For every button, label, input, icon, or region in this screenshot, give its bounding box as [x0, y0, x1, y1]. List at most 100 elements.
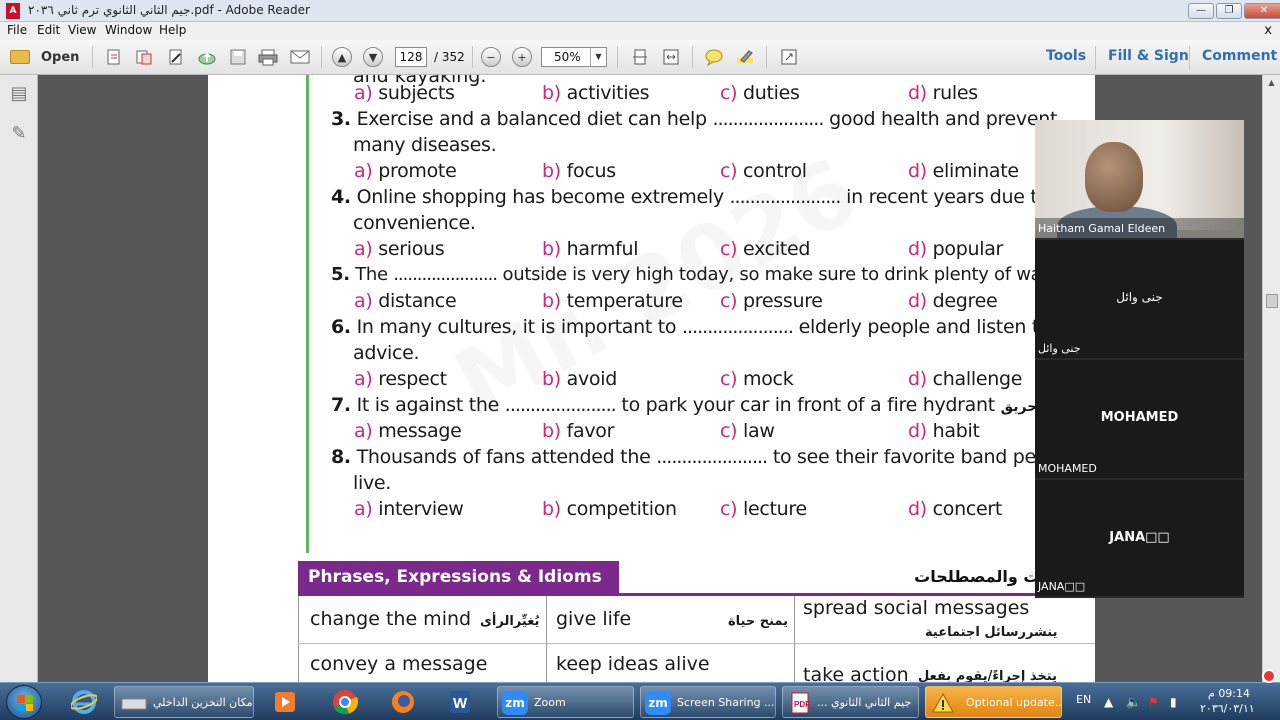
taskbar-zoom[interactable]: zm Zoom: [497, 686, 634, 718]
participant-name: Haitham Gamal Eldeen: [1038, 222, 1166, 235]
q7-option-b[interactable]: b) favor: [542, 420, 614, 442]
q5-option-c[interactable]: c) pressure: [720, 290, 823, 312]
close-document-icon[interactable]: x: [1264, 23, 1272, 38]
q6-option-c[interactable]: c) mock: [720, 368, 794, 390]
previous-page-button[interactable]: ▲: [330, 46, 354, 68]
show-hidden-icons-icon[interactable]: ▲: [1104, 695, 1113, 709]
q6-option-a[interactable]: a) respect: [354, 368, 447, 390]
menu-file[interactable]: File: [7, 23, 27, 37]
vertical-scrollbar[interactable]: ▲ ▼: [1262, 75, 1280, 682]
q5-option-a[interactable]: a) distance: [354, 290, 457, 312]
menu-view[interactable]: View: [68, 23, 96, 37]
comment-pane-link[interactable]: Comment: [1202, 48, 1277, 64]
q7-option-d[interactable]: d) habit: [908, 420, 980, 442]
video-tile[interactable]: JANA□□ JANA□□: [1035, 480, 1244, 598]
language-indicator[interactable]: EN: [1076, 693, 1091, 706]
network-icon[interactable]: ▮: [1170, 695, 1177, 709]
watermark: Mr. 2026: [439, 139, 874, 437]
video-tile-host[interactable]: Haitham Gamal Eldeen: [1035, 120, 1244, 240]
q4-option-d[interactable]: d) popular: [908, 238, 1003, 260]
page-thumbnails-icon[interactable]: ▤: [9, 83, 29, 105]
q3-option-d[interactable]: d) eliminate: [908, 160, 1019, 182]
q3-line1: 3. Exercise and a balanced diet can help…: [331, 108, 1058, 130]
q2-option-d[interactable]: d) rules: [908, 82, 978, 104]
q2-option-a[interactable]: a) subjects: [354, 82, 455, 104]
save-icon[interactable]: [226, 46, 250, 68]
q3-option-b[interactable]: b) focus: [542, 160, 616, 182]
internet-explorer-icon[interactable]: [66, 687, 102, 717]
create-pdf-icon[interactable]: [102, 46, 126, 68]
q5-option-b[interactable]: b) temperature: [542, 290, 683, 312]
open-button[interactable]: Open: [41, 50, 79, 65]
q7-line1: 7. It is against the ...................…: [331, 394, 1085, 416]
maximize-button[interactable]: ❐: [1216, 3, 1242, 19]
chrome-icon[interactable]: [327, 687, 363, 717]
video-tile[interactable]: جنى وائل جنى وائل: [1035, 240, 1244, 360]
email-icon[interactable]: [288, 46, 312, 68]
tools-pane-link[interactable]: Tools: [1046, 48, 1086, 64]
minimize-button[interactable]: —: [1188, 3, 1214, 19]
q3-line2: many diseases.: [353, 134, 497, 156]
q3-option-a[interactable]: a) promote: [354, 160, 457, 182]
start-button[interactable]: [6, 685, 42, 719]
taskbar-adobe-reader[interactable]: PDF جيم الثاني الثانوي ...: [782, 686, 919, 718]
menu-edit[interactable]: Edit: [37, 23, 60, 37]
q6-option-b[interactable]: b) avoid: [542, 368, 617, 390]
q7-option-a[interactable]: a) message: [354, 420, 462, 442]
word-icon[interactable]: W: [442, 687, 478, 717]
page-number-input[interactable]: 128: [395, 47, 427, 67]
firefox-icon[interactable]: [385, 687, 421, 717]
q6-option-d[interactable]: d) challenge: [908, 368, 1022, 390]
zoom-select[interactable]: 50% ▼: [541, 47, 607, 67]
q2-option-c[interactable]: c) duties: [720, 82, 800, 104]
media-player-icon[interactable]: [267, 687, 303, 717]
q7-option-c[interactable]: c) law: [720, 420, 775, 442]
q8-option-c[interactable]: c) lecture: [720, 498, 807, 520]
taskbar-explorer[interactable]: مكان التخزين الداخلي: [114, 686, 254, 718]
fullscreen-icon[interactable]: [777, 46, 801, 68]
fill-sign-pane-link[interactable]: Fill & Sign: [1108, 48, 1189, 64]
highlight-icon[interactable]: [733, 46, 757, 68]
scroll-thumb[interactable]: [1266, 294, 1278, 308]
upload-cloud-icon[interactable]: [195, 46, 219, 68]
security-alert-icon[interactable]: ⚑: [1148, 695, 1159, 709]
q4-option-b[interactable]: b) harmful: [542, 238, 639, 260]
fit-page-icon[interactable]: [628, 46, 652, 68]
idiom-ar: ينشررسائل اجتماعية: [925, 625, 1058, 640]
open-folder-icon[interactable]: [8, 46, 32, 68]
clock-date[interactable]: ٢٠٣٦/٠٣/١١: [1200, 702, 1255, 715]
edit-pdf-icon[interactable]: [164, 46, 188, 68]
q5-option-d[interactable]: d) degree: [908, 290, 998, 312]
print-icon[interactable]: [256, 46, 280, 68]
zoom-in-button[interactable]: +: [510, 46, 534, 68]
next-page-button[interactable]: ▼: [361, 46, 385, 68]
combine-files-icon[interactable]: [132, 46, 156, 68]
q8-option-d[interactable]: d) concert: [908, 498, 1002, 520]
scroll-up-icon[interactable]: ▲: [1263, 75, 1280, 91]
navigation-pane: ▤ ✎: [0, 75, 38, 682]
chevron-down-icon[interactable]: ▼: [590, 48, 606, 66]
q8-option-a[interactable]: a) interview: [354, 498, 464, 520]
clock-time[interactable]: 09:14 م: [1208, 687, 1250, 700]
taskbar-optional-update[interactable]: Optional update...: [925, 686, 1062, 718]
idiom-ar: يُغيِّرالرأى: [480, 614, 540, 629]
zoom-value: 50%: [554, 50, 581, 64]
q3-option-c[interactable]: c) control: [720, 160, 807, 182]
zoom-out-button[interactable]: −: [479, 46, 503, 68]
menu-window[interactable]: Window: [105, 23, 152, 37]
q2-option-b[interactable]: b) activities: [542, 82, 650, 104]
menu-help[interactable]: Help: [159, 23, 186, 37]
taskbar-screen-sharing[interactable]: zm Screen Sharing ...: [640, 686, 776, 718]
sticky-note-icon[interactable]: [702, 46, 726, 68]
attachments-icon[interactable]: ✎: [9, 123, 29, 145]
volume-icon[interactable]: 🔈: [1126, 695, 1141, 709]
video-tile[interactable]: MOHAMED MOHAMED: [1035, 360, 1244, 480]
fit-width-icon[interactable]: [659, 46, 683, 68]
close-button[interactable]: ✕: [1244, 3, 1280, 19]
q4-option-c[interactable]: c) excited: [720, 238, 810, 260]
idiom-en: change the mind: [310, 608, 472, 630]
q8-option-b[interactable]: b) competition: [542, 498, 677, 520]
windows-logo-icon: [17, 695, 33, 711]
q4-option-a[interactable]: a) serious: [354, 238, 445, 260]
toolbar: Open ▲ ▼ 128 / 352 − + 50% ▼ Tools Fill …: [0, 40, 1280, 75]
